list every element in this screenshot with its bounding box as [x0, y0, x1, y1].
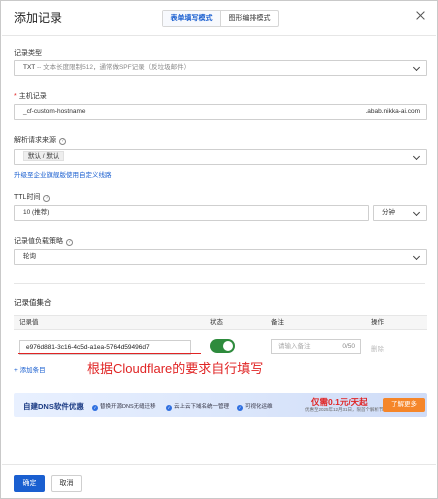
help-icon: ?: [59, 138, 66, 145]
column-header-note: 备注: [271, 319, 284, 326]
resolution-source-tag: 默认 / 默认: [23, 151, 65, 162]
promo-feature: ✓ 可视化运维: [237, 404, 273, 411]
record-type-select[interactable]: TXT -- 文本长度限制512，通常做SPF记录（反垃圾邮件）: [14, 60, 427, 76]
tab-graph-mode[interactable]: 图形编排模式: [221, 11, 278, 26]
promo-banner: 自建DNS软件优惠 ✓ 替换开源DNS无缝迁移 ✓ 云上云下域名统一管理 ✓ 可视化运…: [14, 393, 427, 417]
chevron-down-icon: [412, 252, 421, 261]
ttl-label: TTL时间?: [14, 192, 51, 202]
check-icon: ✓: [92, 405, 98, 411]
hostname-value: _cf-custom-hostname: [23, 108, 86, 115]
chevron-down-icon: [412, 152, 421, 161]
learn-more-button[interactable]: 了解更多: [383, 398, 425, 412]
check-icon: ✓: [237, 405, 243, 411]
ttl-unit-select[interactable]: 分钟: [373, 205, 427, 221]
record-type-label: 记录类型: [14, 50, 42, 57]
mode-tabs: 表单填写模式 图形编排模式: [162, 10, 279, 27]
dialog-title: 添加记录: [14, 11, 63, 25]
confirm-button[interactable]: 确定: [14, 475, 45, 492]
column-header-status: 状态: [210, 319, 223, 326]
record-type-code: TXT: [23, 64, 36, 71]
promo-title: 自建DNS软件优惠: [23, 402, 84, 411]
annotation-text: 根据Cloudflare的要求自行填写: [87, 361, 264, 376]
cancel-button[interactable]: 取消: [51, 475, 82, 492]
header-divider: [2, 35, 436, 36]
check-icon: ✓: [166, 405, 172, 411]
chevron-down-icon: [412, 208, 421, 217]
ttl-input[interactable]: 10 (推荐): [14, 205, 369, 221]
promo-feature: ✓ 替换开源DNS无缝迁移: [92, 404, 156, 411]
column-header-action: 操作: [371, 319, 384, 326]
section-divider: [14, 283, 425, 284]
annotation-underline: [18, 353, 201, 354]
record-status-toggle[interactable]: [210, 339, 235, 353]
upgrade-link[interactable]: 升级至企业旗舰版使用自定义线路: [14, 169, 112, 179]
footer-divider: [2, 464, 436, 465]
records-table-header: 记录值 状态 备注 操作: [14, 316, 427, 330]
load-strategy-label: 记录值负载策略?: [14, 236, 73, 246]
chevron-down-icon: [412, 63, 421, 72]
promo-feature: ✓ 云上云下域名统一管理: [166, 404, 230, 411]
resolution-source-select[interactable]: 默认 / 默认: [14, 149, 427, 165]
note-char-count: 0/50: [342, 343, 355, 350]
promo-subtext: 优惠至2025年12月31日，限首个解析节点: [305, 407, 389, 412]
close-icon[interactable]: [416, 11, 425, 20]
record-type-desc: -- 文本长度限制512，通常做SPF记录（反垃圾邮件）: [35, 64, 191, 71]
column-header-value: 记录值: [19, 319, 39, 326]
records-section-title: 记录值集合: [14, 298, 52, 307]
help-icon: ?: [43, 195, 51, 202]
hostname-label: * 主机记录: [14, 93, 47, 100]
resolution-source-label: 解析请求来源?: [14, 135, 66, 145]
add-record-dialog: 添加记录 表单填写模式 图形编排模式 记录类型 TXT -- 文本长度限制512…: [0, 0, 438, 499]
help-icon: ?: [66, 239, 73, 246]
hostname-suffix: .abab.nikka-ai.com: [365, 108, 420, 115]
required-mark: *: [14, 93, 17, 100]
delete-record-button[interactable]: 删除: [371, 343, 384, 353]
record-note-input[interactable]: 请输入备注 0/50: [271, 339, 361, 354]
hostname-input[interactable]: _cf-custom-hostname .abab.nikka-ai.com: [14, 104, 427, 120]
tab-form-mode[interactable]: 表单填写模式: [163, 11, 221, 26]
load-strategy-select[interactable]: 轮询: [14, 249, 427, 265]
add-entry-button[interactable]: + 添加条目: [14, 364, 46, 374]
